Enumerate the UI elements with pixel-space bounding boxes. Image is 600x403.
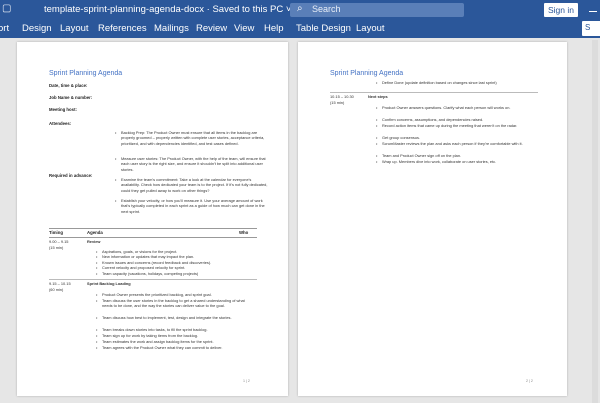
quick-access-toolbar[interactable]: ▢: [2, 3, 11, 14]
search-placeholder: Search: [312, 4, 341, 14]
agenda-item: Team agrees with the Product Owner what …: [96, 345, 252, 351]
agenda-item: Team sign up for work by taking items fr…: [96, 333, 252, 339]
tab-table-layout[interactable]: Layout: [356, 23, 385, 34]
page-1[interactable]: Sprint Planning Agenda Date, time & plac…: [17, 42, 288, 396]
page-2[interactable]: Sprint Planning Agenda Define Done (upda…: [298, 42, 567, 396]
row-time: 9.00 – 9.15: [49, 239, 69, 244]
row-time: 10.15 – 10.30: [330, 94, 354, 99]
row-duration: (15 min): [330, 100, 345, 105]
row-title: Review: [87, 239, 101, 244]
row-duration: (60 min): [49, 287, 64, 292]
tab-view[interactable]: View: [234, 23, 254, 34]
required-item: Backlog Prep: The Product Owner must ens…: [115, 130, 269, 146]
tab-mailings[interactable]: Mailings: [154, 23, 189, 34]
row-time: 9.15 – 10.15: [49, 281, 71, 286]
share-button[interactable]: S: [582, 21, 600, 36]
tab-design[interactable]: Design: [22, 23, 52, 34]
col-header-timing: Timing: [49, 230, 64, 235]
col-header-agenda: Agenda: [87, 230, 103, 235]
agenda-item: Product Owner answers questions. Clarify…: [376, 105, 532, 111]
title-bar: ▢ template-sprint-planning-agenda-docx ·…: [0, 0, 600, 19]
field-attendees: Attendees:: [49, 121, 72, 126]
agenda-item: New information or updates that may impa…: [96, 254, 252, 260]
row-duration: (15 min): [49, 245, 64, 250]
share-label: S: [585, 23, 591, 32]
page-number: 2 | 2: [526, 379, 533, 383]
page-number: 1 | 2: [243, 379, 250, 383]
agenda-item: Define Done (update definition based on …: [376, 80, 532, 86]
row-rule: [49, 279, 257, 280]
search-icon: ⌕: [297, 3, 303, 14]
tab-help[interactable]: Help: [264, 23, 284, 34]
field-date-time-place: Date, time & place:: [49, 83, 88, 88]
required-item: Establish your velocity, or how you'll m…: [115, 198, 269, 214]
minimize-icon[interactable]: [589, 4, 597, 12]
agenda-item: Record action items that came up during …: [376, 123, 532, 129]
sign-in-button[interactable]: Sign in: [544, 3, 578, 17]
field-job-name: Job Name & number:: [49, 95, 93, 100]
col-header-who: Who: [239, 230, 249, 235]
agenda-item: Team and Product Owner sign off on the p…: [376, 153, 532, 159]
agenda-item: Team estimates the work and assign backl…: [96, 339, 252, 345]
agenda-item: Product Owner presents the prioritized b…: [96, 292, 252, 298]
tab-layout[interactable]: Layout: [60, 23, 89, 34]
agenda-item: Team discuss how best to implement, test…: [96, 315, 252, 321]
agenda-item: Team capacity (vacations, holidays, comp…: [96, 271, 252, 277]
search-box[interactable]: ⌕ Search: [290, 3, 464, 17]
tab-table-design[interactable]: Table Design: [296, 23, 351, 34]
agenda-item: Wrap up. Members dive into work, collabo…: [376, 159, 532, 165]
agenda-item: Team discuss the user stories in the bac…: [96, 298, 252, 309]
required-item: Examine the team's commitment: Take a lo…: [115, 177, 269, 193]
row-title: Next steps: [368, 94, 388, 99]
row-rule: [330, 92, 538, 93]
page-title: Sprint Planning Agenda: [330, 70, 404, 77]
agenda-item: ScrumMaster reviews the plan and asks ea…: [376, 141, 532, 147]
agenda-item: Get group consensus.: [376, 135, 532, 141]
required-item-text: Measure user stories: The Product Owner,…: [121, 156, 266, 172]
field-meeting-host: Meeting host:: [49, 107, 77, 112]
tab-insert[interactable]: ort: [0, 23, 9, 34]
row-title: Sprint Backlog Loading: [87, 281, 131, 286]
vertical-scrollbar[interactable]: [592, 40, 598, 403]
required-in-advance-label: Required in advance:: [49, 173, 93, 178]
tab-review[interactable]: Review: [196, 23, 227, 34]
agenda-item: Team breaks down stories into tasks, to …: [96, 327, 252, 333]
table-top-rule: [49, 228, 257, 229]
tab-references[interactable]: References: [98, 23, 147, 34]
ribbon-tabs: ort Design Layout References Mailings Re…: [0, 19, 600, 38]
agenda-item: Current velocity and proposed velocity f…: [96, 265, 252, 271]
document-title[interactable]: template-sprint-planning-agenda-docx · S…: [44, 4, 291, 15]
page-title: Sprint Planning Agenda: [49, 70, 123, 77]
table-header-rule: [49, 237, 257, 238]
agenda-item: Confirm concerns, assumptions, and depen…: [376, 117, 532, 123]
required-item: Measure user stories: The Product Owner,…: [115, 156, 269, 172]
